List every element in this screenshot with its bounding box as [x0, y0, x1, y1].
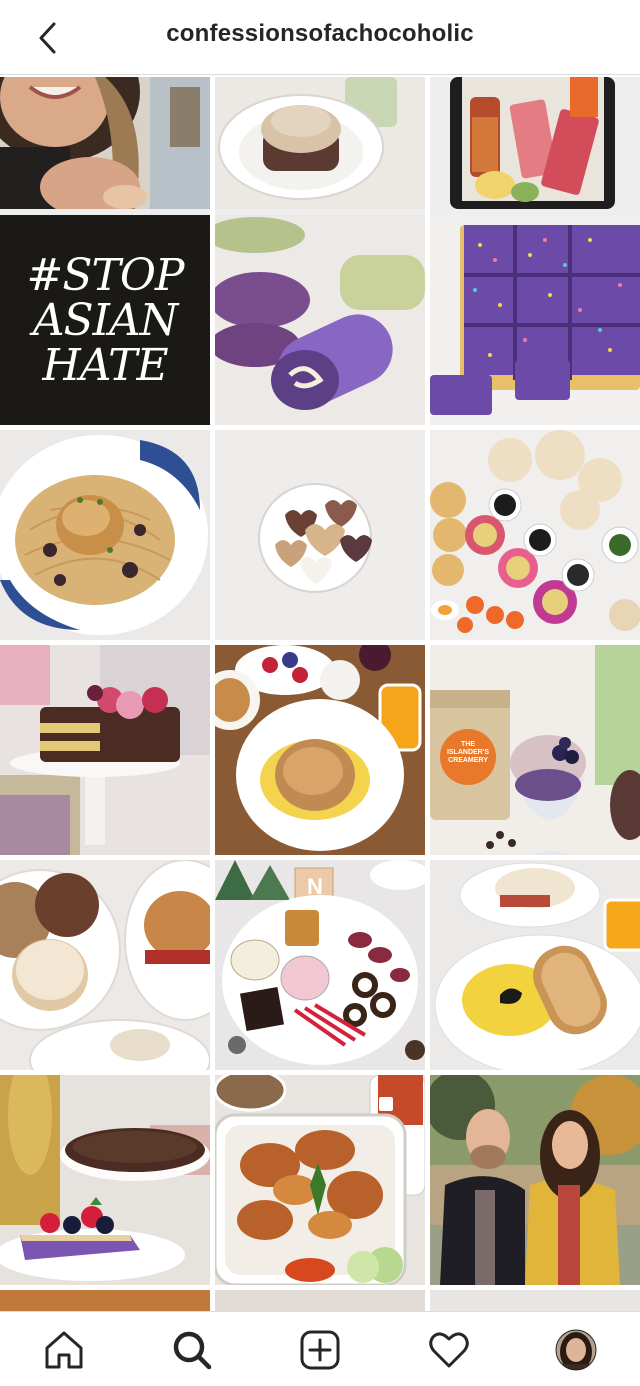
grid-post-partial-2[interactable]	[215, 1290, 425, 1311]
profile-avatar	[555, 1329, 597, 1371]
grid-post-stop-asian-hate[interactable]: #STOP ASIAN HATE	[0, 215, 210, 425]
explore-grid: #STOP ASIAN HATE THE ISLANDER'S CREAMERY…	[0, 77, 640, 1311]
board-letter-sign: N	[307, 874, 323, 899]
graphic-line-1: #STOP	[26, 249, 184, 301]
home-icon	[45, 1331, 83, 1369]
grid-post-ube-cake-slice[interactable]	[0, 1075, 210, 1285]
nav-activity[interactable]	[421, 1322, 477, 1378]
ice-cream-brand-label: THE ISLANDER'S CREAMERY	[446, 741, 490, 764]
grid-post-breakfast-biscuit[interactable]	[215, 645, 425, 855]
grid-post-couple-portrait[interactable]	[430, 1075, 640, 1285]
grid-post-sprinkle-bars[interactable]	[430, 215, 640, 425]
grid-post-holiday-board[interactable]: N	[215, 860, 425, 1070]
stop-asian-hate-graphic: #STOP ASIAN HATE	[0, 215, 210, 425]
grid-post-partial-3[interactable]	[430, 1290, 640, 1311]
grid-post-partial-1[interactable]	[0, 1290, 210, 1311]
nav-new-post[interactable]	[292, 1322, 348, 1378]
grid-post-layer-cake[interactable]	[0, 645, 210, 855]
grid-post-donuts-burger[interactable]	[0, 860, 210, 1070]
nav-search[interactable]	[164, 1322, 220, 1378]
bottom-navigation	[0, 1311, 640, 1386]
grid-post-ube-roll[interactable]	[215, 215, 425, 425]
nav-home[interactable]	[36, 1322, 92, 1378]
grid-post-spaghetti[interactable]	[0, 430, 210, 640]
grid-post-caviar-spread[interactable]	[430, 430, 640, 640]
graphic-line-3: HATE	[42, 339, 168, 391]
grid-post-chicken-takeout[interactable]	[215, 1075, 425, 1285]
activity-heart-icon	[429, 1332, 469, 1368]
search-icon	[173, 1331, 212, 1370]
new-post-icon	[300, 1330, 340, 1370]
top-bar: confessionsofachocoholic	[0, 0, 640, 75]
grid-post-heart-chocolates[interactable]	[215, 430, 425, 640]
grid-post-ice-cream[interactable]: THE ISLANDER'S CREAMERY	[430, 645, 640, 855]
graphic-line-2: ASIAN	[32, 294, 179, 346]
page-title: confessionsofachocoholic	[166, 20, 474, 47]
nav-profile[interactable]	[548, 1322, 604, 1378]
grid-post-eggs-toast[interactable]	[430, 860, 640, 1070]
